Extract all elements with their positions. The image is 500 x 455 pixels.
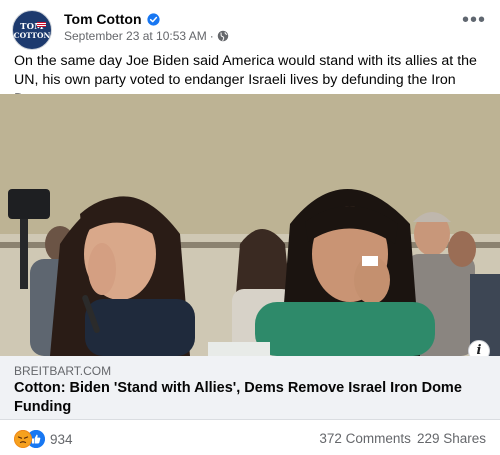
separator-dot: · — [209, 29, 214, 43]
more-options-icon[interactable]: ••• — [460, 10, 488, 36]
post-footer: 934 372 Comments 229 Shares — [0, 420, 500, 455]
avatar[interactable]: TOM COTTON — [12, 10, 52, 50]
reactions-summary[interactable]: 934 — [14, 430, 73, 448]
author-row: Tom Cotton — [64, 11, 160, 27]
photo-illustration — [0, 94, 500, 356]
engagement-stats: 372 Comments 229 Shares — [319, 431, 486, 446]
reaction-count: 934 — [50, 431, 73, 447]
author-name[interactable]: Tom Cotton — [64, 11, 142, 27]
post-photo[interactable] — [0, 94, 500, 356]
globe-icon — [217, 30, 229, 42]
post-timestamp[interactable]: September 23 at 10:53 AM — [64, 29, 207, 43]
comments-count-link[interactable]: 372 Comments — [319, 431, 411, 446]
facebook-post: TOM COTTON Tom Cotton September 23 at 10… — [0, 0, 500, 455]
flag-icon — [37, 22, 46, 27]
verified-badge-icon — [146, 12, 160, 26]
link-title: Cotton: Biden 'Stand with Allies', Dems … — [14, 380, 462, 415]
post-meta: September 23 at 10:53 AM · — [64, 29, 229, 43]
angry-reaction-icon — [14, 430, 32, 448]
link-preview[interactable]: BREITBART.COM Cotton: Biden 'Stand with … — [0, 356, 500, 420]
avatar-logo-line2: COTTON — [13, 31, 51, 40]
post-header: TOM COTTON Tom Cotton September 23 at 10… — [12, 8, 488, 50]
link-domain: BREITBART.COM — [14, 364, 112, 378]
shares-count-link[interactable]: 229 Shares — [417, 431, 486, 446]
